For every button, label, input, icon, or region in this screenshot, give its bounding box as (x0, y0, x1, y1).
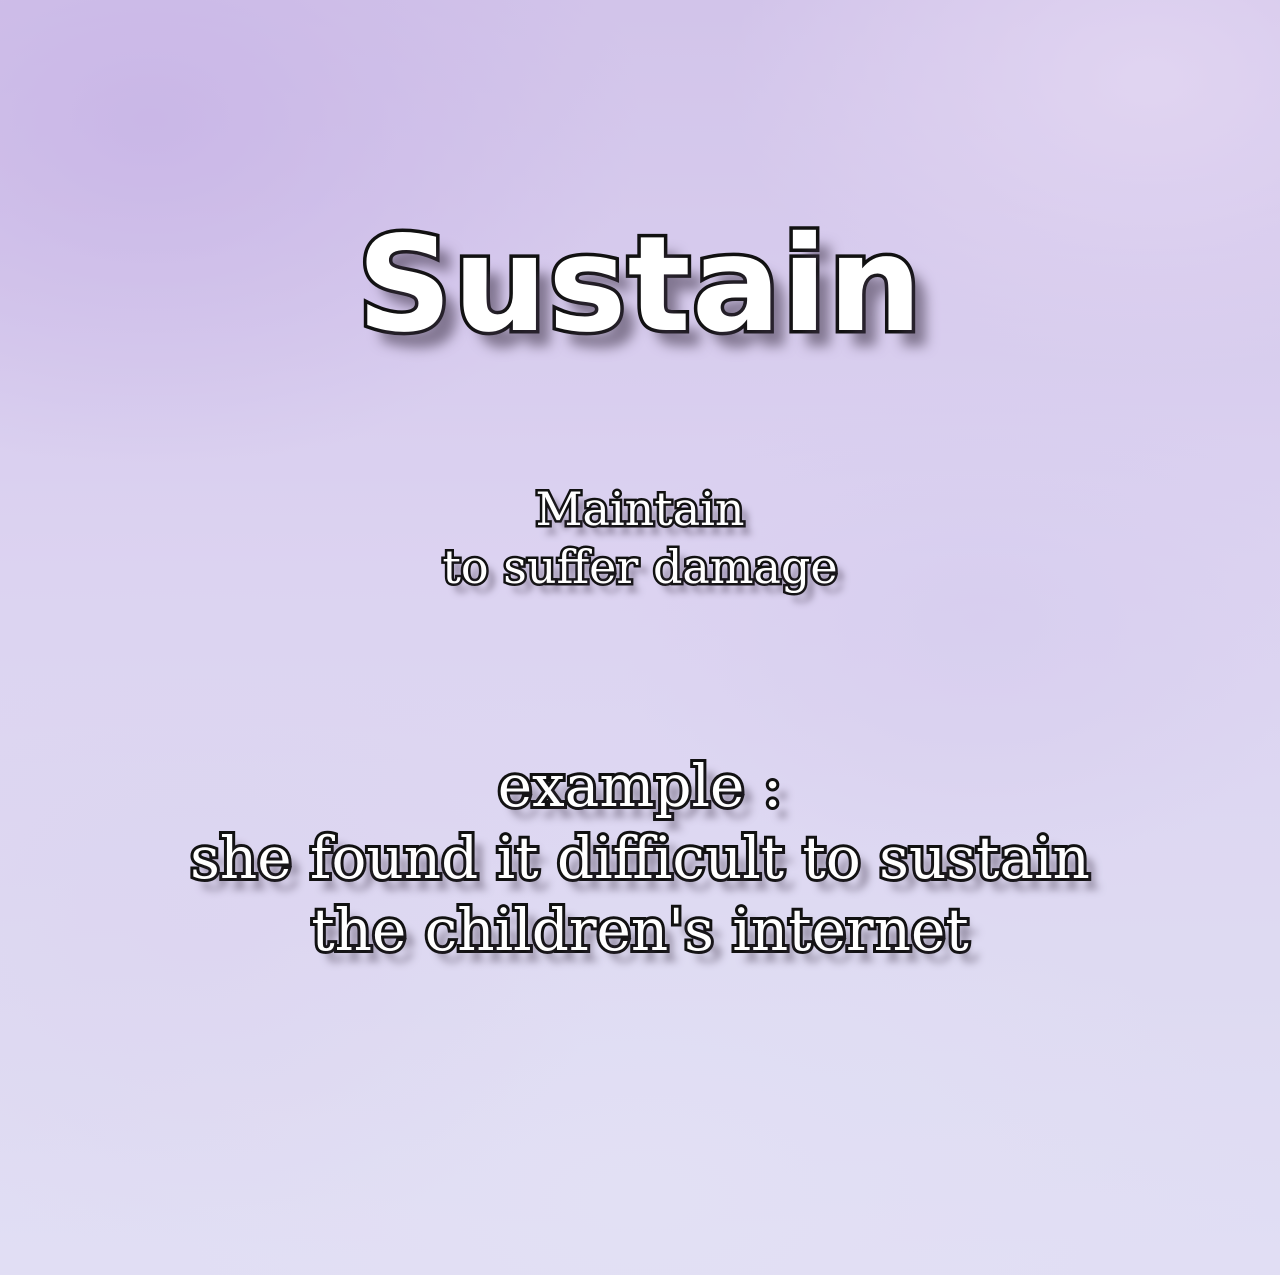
example-label: example : (495, 749, 786, 823)
lavender-watercolor-background (0, 0, 1280, 1275)
example-sentence-line: she found it difficult to sustain (187, 821, 1093, 895)
definition-line: to suffer damage (440, 538, 840, 597)
example-block: example : she found it difficult to sust… (0, 749, 1280, 967)
headword-title: Sustain (353, 205, 925, 366)
definitions-block: Maintain to suffer damage (0, 480, 1280, 597)
example-sentence-line: the children's internet (308, 893, 971, 967)
definition-line: Maintain (533, 480, 747, 539)
